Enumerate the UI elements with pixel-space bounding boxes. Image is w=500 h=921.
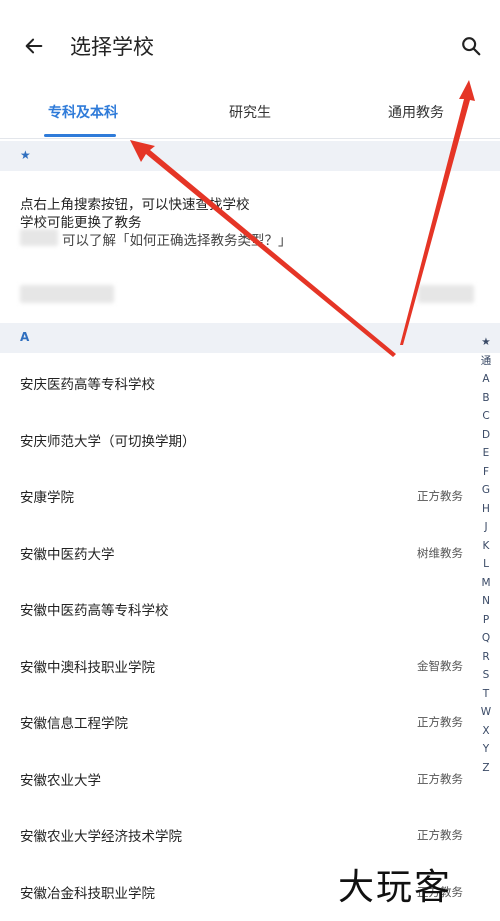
school-list-item[interactable]: 安徽中澳科技职业学院 金智教务 [0,638,470,694]
school-list-item[interactable]: 安庆师范大学（可切换学期） [0,412,470,468]
school-list-item[interactable]: 安庆医药高等专科学校 [0,355,470,411]
school-system: 正方教务 [417,489,463,503]
tab-undergrad[interactable]: 专科及本科 [48,102,118,122]
school-list-item[interactable]: 安徽中医药大学 树维教务 [0,525,470,581]
index-letter[interactable]: F [478,463,494,482]
school-system: 正方教务 [417,715,463,729]
alphabet-index[interactable]: ★ 通 A B C D E F G H J K L M N P Q R S T W X Y Z [478,333,494,777]
school-system: 金智教务 [417,658,463,673]
tab-general[interactable]: 通用教务 [388,102,444,122]
index-letter[interactable]: X [478,722,494,741]
school-name: 安徽农业大学 [20,772,101,789]
arrow-left-icon [25,38,43,54]
school-name: 安康学院 [20,490,74,506]
blurred-current-system [418,285,474,303]
index-letter[interactable]: N [478,592,494,611]
index-letter[interactable]: C [478,407,494,426]
school-list-item[interactable]: 安徽信息工程学院 正方教务 [0,694,470,750]
index-letter[interactable]: ★ [478,333,494,352]
school-name: 安徽中澳科技职业学院 [20,659,155,676]
tip-line-3[interactable]: 可以了解「如何正确选择教务类型？」 [62,229,292,249]
section-header-a: A [0,323,500,353]
index-letter[interactable]: A [478,370,494,389]
index-letter[interactable]: Y [478,740,494,759]
index-letter[interactable]: W [478,703,494,722]
blurred-text [20,229,58,246]
search-button[interactable] [455,30,487,62]
page-title: 选择学校 [70,35,154,59]
app-bar: 选择学校 [0,0,500,90]
tab-bar: 专科及本科 研究生 通用教务 [0,90,500,139]
tab-graduate[interactable]: 研究生 [229,102,271,122]
tip-line-2: 学校可能更换了教务 [20,215,142,231]
school-system: 正方教务 [417,828,463,842]
index-letter[interactable]: D [478,426,494,445]
index-letter[interactable]: S [478,666,494,685]
school-name: 安徽农业大学经济技术学院 [20,829,182,845]
index-letter[interactable]: R [478,648,494,667]
watermark-logo: 大玩客 [338,867,453,908]
index-letter[interactable]: B [478,389,494,408]
school-list-item[interactable]: 安徽中医药高等专科学校 [0,581,470,637]
school-system: 正方教务 [417,771,463,786]
school-list-item[interactable]: 安徽农业大学 正方教务 [0,751,470,807]
back-button[interactable] [18,30,50,62]
school-system: 树维教务 [417,545,463,560]
index-letter[interactable]: M [478,574,494,593]
index-letter[interactable]: Z [478,759,494,778]
section-header-star: ★ [0,141,500,171]
index-letter[interactable]: L [478,555,494,574]
blurred-current-school [20,285,114,303]
section-letter: A [20,330,30,344]
school-name: 安庆师范大学（可切换学期） [20,433,196,450]
index-letter[interactable]: 通 [478,352,494,371]
school-name: 安徽中医药大学 [20,546,115,563]
school-list-item[interactable]: 安徽农业大学经济技术学院 正方教务 [0,807,470,863]
index-letter[interactable]: G [478,481,494,500]
search-icon [462,37,481,56]
school-name: 安徽信息工程学院 [20,716,128,732]
index-letter[interactable]: J [478,518,494,537]
index-letter[interactable]: H [478,500,494,519]
school-name: 安徽中医药高等专科学校 [20,603,169,619]
index-letter[interactable]: Q [478,629,494,648]
school-list-item[interactable]: 安康学院 正方教务 [0,468,470,524]
school-name: 安徽冶金科技职业学院 [20,885,155,902]
tip-line-1: 点右上角搜索按钮，可以快速查找学校 [20,197,250,213]
active-tab-indicator [44,134,116,137]
index-letter[interactable]: P [478,611,494,630]
index-letter[interactable]: E [478,444,494,463]
star-icon: ★ [20,148,31,162]
school-name: 安庆医药高等专科学校 [20,377,155,393]
index-letter[interactable]: K [478,537,494,556]
index-letter[interactable]: T [478,685,494,704]
